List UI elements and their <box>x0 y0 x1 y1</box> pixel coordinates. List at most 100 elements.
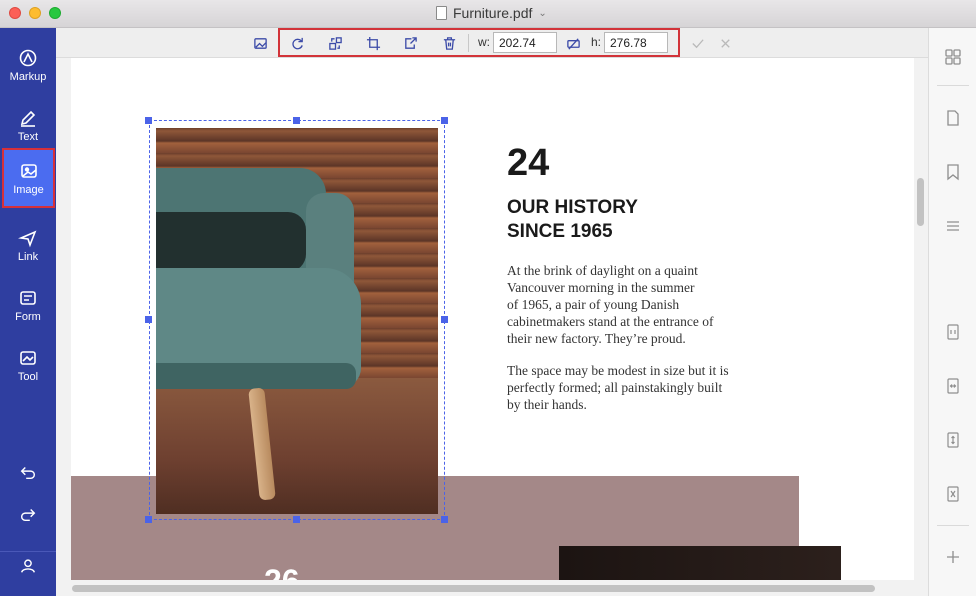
markup-icon <box>19 49 37 66</box>
text-line: cabinetmakers stand at the entrance of <box>507 314 714 329</box>
paragraph-2: The space may be modest in size but it i… <box>507 362 747 413</box>
dark-photo <box>559 546 841 580</box>
left-sidebar: Markup Text Image Link Form Tool <box>0 28 56 596</box>
thumbnails-button[interactable] <box>943 47 963 67</box>
fullscreen-icon <box>947 486 959 502</box>
extract-icon <box>404 36 417 49</box>
add-image-button[interactable] <box>251 34 269 52</box>
pdf-page: 26 24 OUR HISTORY SINCE 1965 At the brin… <box>71 58 914 580</box>
grid-icon <box>945 49 961 65</box>
sidebar-item-link[interactable]: Link <box>0 215 56 275</box>
rotate-icon <box>291 37 303 49</box>
resize-handle-left[interactable] <box>145 316 152 323</box>
text-line: their new factory. They’re proud. <box>507 331 686 346</box>
text-line: Vancouver morning in the summer <box>507 280 695 295</box>
image-toolbar: w: h: <box>56 28 928 58</box>
chevron-down-icon: ⌄ <box>538 7 547 19</box>
outline-button[interactable] <box>943 216 963 236</box>
window-title: Furniture.pdf <box>453 5 533 21</box>
send-icon <box>18 230 37 247</box>
plus-icon <box>947 551 959 563</box>
undo-icon <box>20 466 36 480</box>
crop-button[interactable] <box>364 34 382 52</box>
fit-width-button[interactable] <box>943 376 963 396</box>
toolbar-divider <box>468 34 469 52</box>
lock-aspect-ratio-button[interactable] <box>564 34 582 52</box>
cancel-button[interactable] <box>716 34 734 52</box>
replace-image-button[interactable] <box>326 34 344 52</box>
zoom-window-button[interactable] <box>49 7 61 19</box>
confirm-button[interactable] <box>688 34 706 52</box>
actual-size-button[interactable] <box>943 322 963 342</box>
minimize-window-button[interactable] <box>29 7 41 19</box>
sidebar-item-text[interactable]: Text <box>0 95 56 155</box>
title-bar: Furniture.pdf ⌄ <box>0 0 976 28</box>
list-icon <box>947 221 959 231</box>
paragraph-1: At the brink of daylight on a quaint Van… <box>507 262 747 347</box>
text-line: perfectly formed; all painstakingly buil… <box>507 380 723 395</box>
window-title-area[interactable]: Furniture.pdf ⌄ <box>436 5 547 21</box>
sidebar-divider <box>0 551 56 552</box>
sidebar-item-label: Tool <box>17 370 39 383</box>
bookmarks-button[interactable] <box>943 162 963 182</box>
add-image-icon <box>253 37 267 49</box>
horizontal-scrollbar[interactable] <box>72 585 875 592</box>
resize-handle-top-left[interactable] <box>145 117 152 124</box>
pen-icon <box>20 110 36 127</box>
sidebar-item-image[interactable]: Image <box>2 148 55 208</box>
fullscreen-button[interactable] <box>943 484 963 504</box>
bookmark-icon <box>947 164 959 181</box>
sidebar-item-label: Text <box>17 130 39 143</box>
panel-divider <box>937 85 969 86</box>
redo-icon <box>20 508 36 522</box>
image-selection-frame[interactable] <box>149 120 445 520</box>
cancel-icon <box>720 38 730 48</box>
fit-width-icon <box>947 378 959 394</box>
undo-button[interactable] <box>16 460 40 484</box>
fit-height-icon <box>947 432 959 448</box>
sidebar-item-label: Image <box>13 183 44 196</box>
sidebar-item-label: Link <box>17 250 39 263</box>
user-icon <box>20 559 36 573</box>
width-field[interactable] <box>493 32 557 53</box>
redo-button[interactable] <box>16 502 40 526</box>
tool-icon <box>20 350 36 365</box>
resize-handle-right[interactable] <box>441 316 448 323</box>
image-icon <box>20 163 37 178</box>
sidebar-item-tool[interactable]: Tool <box>0 335 56 395</box>
text-line: by their hands. <box>507 397 587 412</box>
replace-icon <box>328 36 342 50</box>
fit-height-button[interactable] <box>943 430 963 450</box>
heading-line: OUR HISTORY <box>507 197 638 218</box>
close-window-button[interactable] <box>9 7 21 19</box>
resize-handle-bottom-right[interactable] <box>441 516 448 523</box>
account-button[interactable] <box>16 554 40 578</box>
resize-handle-bottom-left[interactable] <box>145 516 152 523</box>
sidebar-item-label: Markup <box>9 70 47 83</box>
fit-page-icon <box>947 324 959 340</box>
delete-icon <box>443 36 455 50</box>
sidebar-item-markup[interactable]: Markup <box>0 35 56 95</box>
extract-image-button[interactable] <box>401 34 419 52</box>
height-field[interactable] <box>604 32 668 53</box>
vertical-scrollbar[interactable] <box>917 178 924 226</box>
link-ratio-icon <box>566 37 580 50</box>
form-icon <box>20 290 36 305</box>
crop-icon <box>366 36 380 50</box>
rotate-button[interactable] <box>288 34 306 52</box>
right-panel <box>928 28 976 596</box>
resize-handle-top[interactable] <box>293 117 300 124</box>
sidebar-item-label: Form <box>15 310 41 323</box>
delete-image-button[interactable] <box>440 34 458 52</box>
resize-handle-bottom[interactable] <box>293 516 300 523</box>
page-icon <box>947 110 959 126</box>
text-line: of 1965, a pair of young Danish <box>507 297 680 312</box>
sidebar-item-form[interactable]: Form <box>0 275 56 335</box>
add-button[interactable] <box>943 547 963 567</box>
confirm-icon <box>691 38 704 48</box>
resize-handle-top-right[interactable] <box>441 117 448 124</box>
heading-line: SINCE 1965 <box>507 221 613 242</box>
document-icon <box>436 6 447 20</box>
section-number: 24 <box>507 142 550 184</box>
page-panel-button[interactable] <box>943 108 963 128</box>
